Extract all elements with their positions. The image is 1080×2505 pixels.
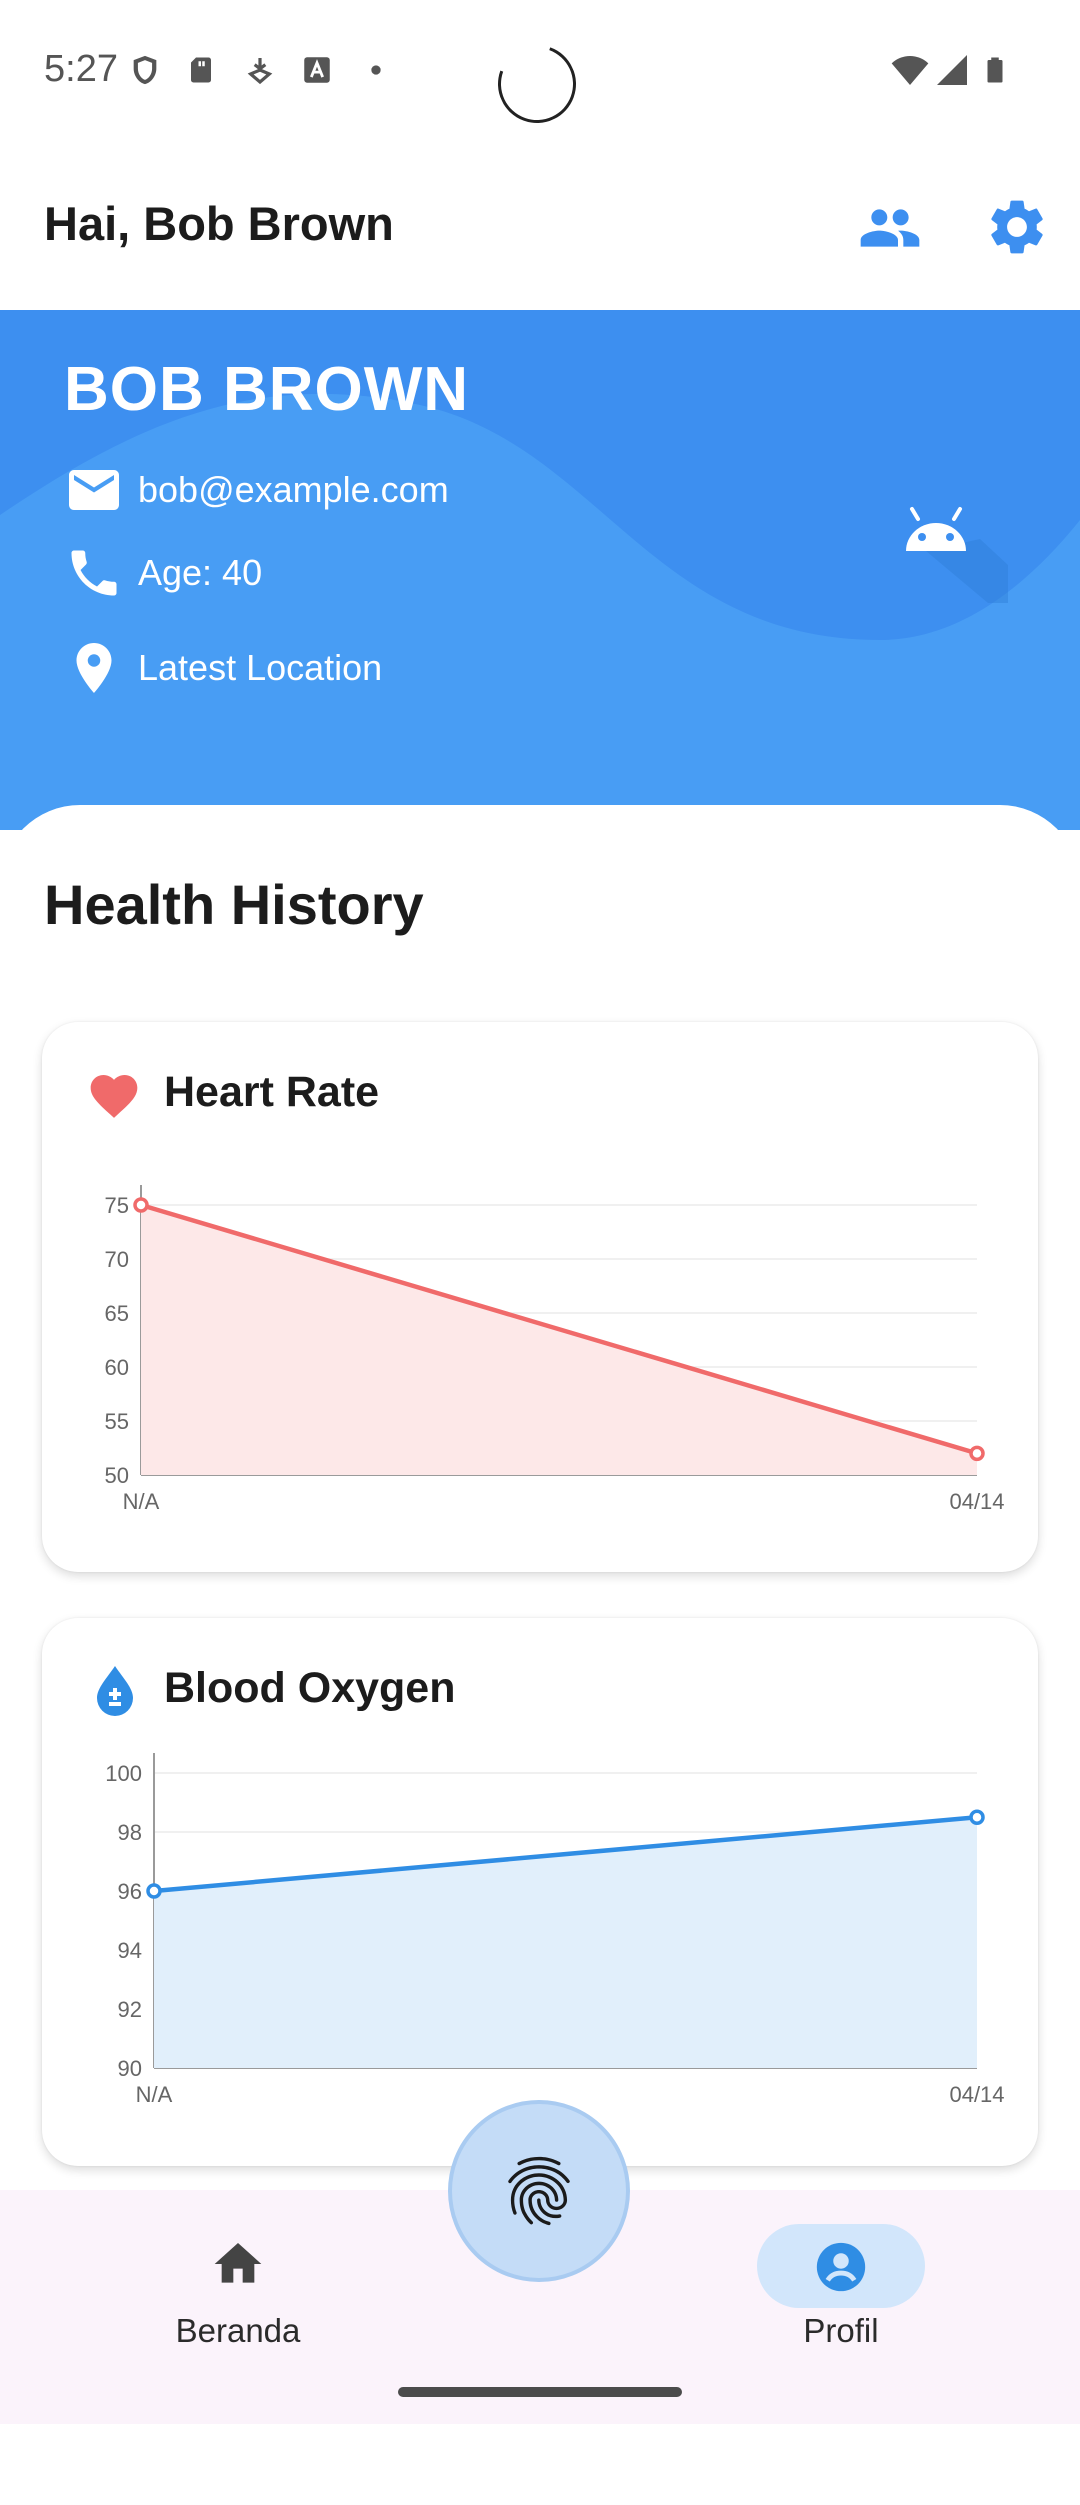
y-tick-label: 55	[105, 1409, 129, 1434]
data-point	[969, 1445, 985, 1462]
shield-icon	[133, 55, 157, 85]
y-tick-label: 96	[118, 1879, 142, 1904]
profile-location: Latest Location	[138, 647, 383, 688]
y-tick-label: 60	[105, 1355, 129, 1380]
blood-oxygen-card: Blood Oxygen 90 92 94 96 98 100 N/A 04/14	[42, 1618, 1038, 2166]
data-point	[146, 1883, 162, 1899]
signal-icon	[937, 55, 967, 85]
fingerprint-icon	[508, 2156, 570, 2226]
profile-name: BOB BROWN	[64, 355, 470, 424]
email-icon	[69, 470, 119, 510]
nav-label-profil: Profil	[803, 2312, 879, 2349]
download-icon	[247, 58, 273, 85]
profile-email: bob@example.com	[138, 469, 449, 510]
age-row: Age: 40	[64, 543, 262, 603]
series-area	[141, 1205, 977, 1475]
y-tick-label: 90	[118, 2056, 142, 2081]
email-row: bob@example.com	[64, 460, 449, 520]
nav-label-beranda: Beranda	[175, 2312, 301, 2349]
android-icon	[906, 507, 1008, 603]
y-tick-label: 94	[118, 1938, 142, 1963]
battery-icon	[987, 57, 1003, 83]
y-tick-label: 75	[105, 1193, 129, 1218]
wifi-icon	[891, 56, 929, 85]
home-icon	[214, 2243, 262, 2283]
status-time: 5:27	[44, 48, 118, 90]
health-history-title: Health History	[44, 873, 424, 936]
y-tick-label: 92	[118, 1997, 142, 2022]
profile-age: Age: 40	[138, 552, 263, 593]
y-tick-label: 98	[118, 1820, 142, 1845]
heart-rate-chart: 50 55 60 65 70 75 N/A 04/14	[105, 1185, 1005, 1514]
people-button[interactable]	[858, 196, 922, 260]
y-tick-label: 100	[105, 1761, 142, 1786]
nav-item-profil[interactable]: Profil	[757, 2226, 925, 2366]
person-icon	[816, 2242, 866, 2292]
home-indicator	[398, 2387, 682, 2397]
fingerprint-button[interactable]	[448, 2100, 630, 2282]
data-point	[133, 1197, 149, 1213]
y-tick-label: 65	[105, 1301, 129, 1326]
nav-item-beranda[interactable]: Beranda	[150, 2226, 326, 2366]
location-row[interactable]: Latest Location	[64, 638, 382, 698]
greeting-title: Hai, Bob Brown	[44, 197, 394, 250]
x-tick-label: 04/14	[949, 2082, 1004, 2107]
settings-button[interactable]	[984, 194, 1050, 260]
profile-header: BOB BROWN bob@example.com Age: 40 Latest…	[0, 310, 1080, 830]
y-tick-label: 70	[105, 1247, 129, 1272]
sd-card-icon	[191, 57, 211, 83]
blood-oxygen-chart: 90 92 94 96 98 100 N/A 04/14	[105, 1753, 1005, 2107]
x-tick-label: 04/14	[949, 1489, 1004, 1514]
location-pin-icon	[76, 643, 112, 693]
gear-icon	[991, 200, 1043, 254]
phone-icon	[71, 550, 117, 596]
heart-rate-card: Heart Rate 50 55 60 65 70 75 N/A 04/14	[42, 1022, 1038, 1572]
y-tick-label: 50	[105, 1463, 129, 1488]
data-point	[969, 1809, 985, 1825]
people-icon	[860, 209, 920, 247]
font-icon	[304, 57, 330, 83]
dot-icon	[371, 65, 381, 75]
x-tick-label: N/A	[123, 1489, 160, 1514]
x-tick-label: N/A	[136, 2082, 173, 2107]
